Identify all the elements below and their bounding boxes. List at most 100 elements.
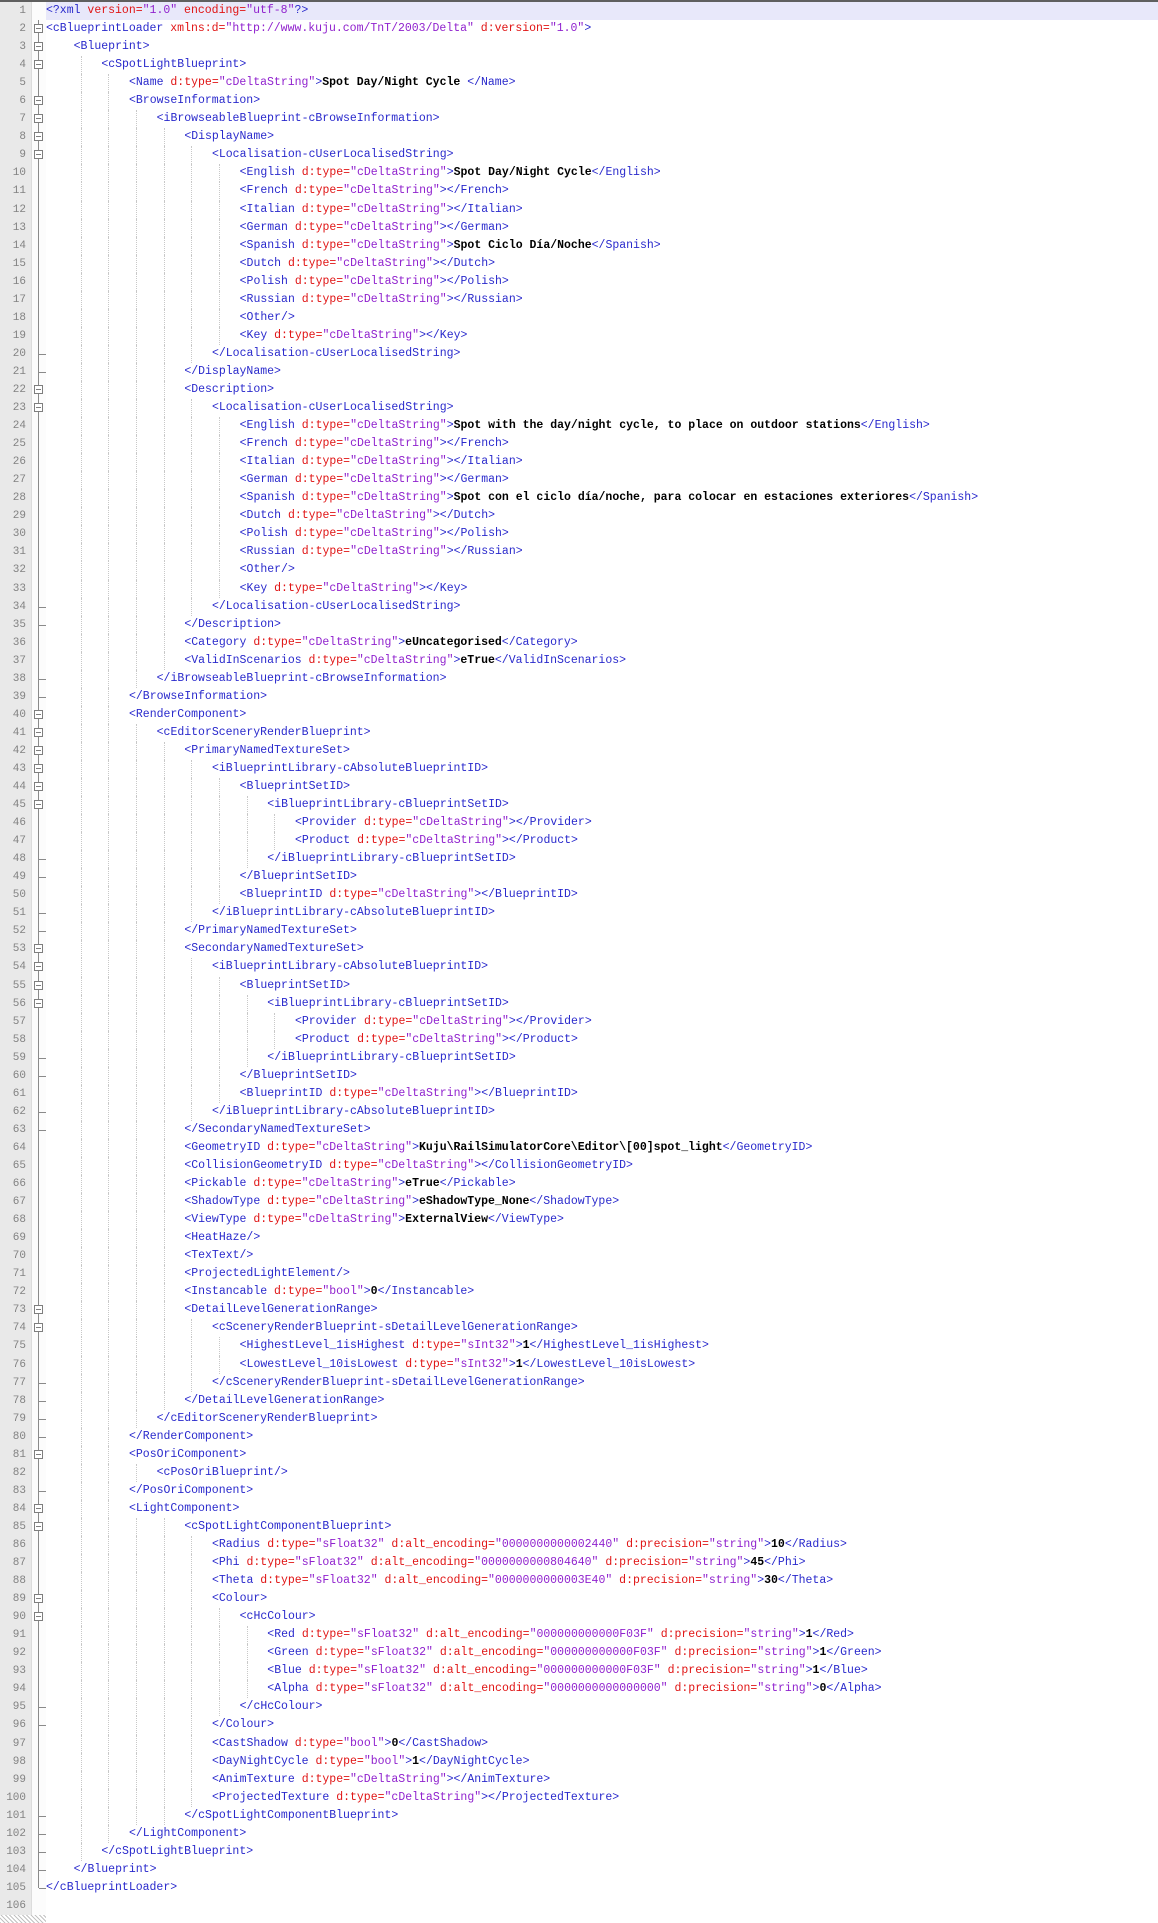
- fold-toggle[interactable]: [32, 1319, 46, 1337]
- code-text[interactable]: <cEditorSceneryRenderBlueprint>: [46, 724, 1158, 742]
- line-number[interactable]: 17: [0, 291, 32, 309]
- code-text[interactable]: <Green d:type="sFloat32" d:alt_encoding=…: [46, 1644, 1158, 1662]
- code-text[interactable]: <Provider d:type="cDeltaString"></Provid…: [46, 1013, 1158, 1031]
- code-line[interactable]: 47<Product d:type="cDeltaString"></Produ…: [0, 832, 1158, 850]
- code-line[interactable]: 29<Dutch d:type="cDeltaString"></Dutch>: [0, 507, 1158, 525]
- line-number[interactable]: 14: [0, 237, 32, 255]
- code-line[interactable]: 57<Provider d:type="cDeltaString"></Prov…: [0, 1013, 1158, 1031]
- line-number[interactable]: 19: [0, 327, 32, 345]
- code-line[interactable]: 78</DetailLevelGenerationRange>: [0, 1392, 1158, 1410]
- line-number[interactable]: 50: [0, 886, 32, 904]
- code-text[interactable]: </iBlueprintLibrary-cBlueprintSetID>: [46, 850, 1158, 868]
- line-number[interactable]: 13: [0, 219, 32, 237]
- code-line[interactable]: 20 </Localisation-cUserLocalisedString>: [0, 345, 1158, 363]
- line-number[interactable]: 40: [0, 706, 32, 724]
- code-line[interactable]: 17<Russian d:type="cDeltaString"></Russi…: [0, 291, 1158, 309]
- code-text[interactable]: <Russian d:type="cDeltaString"></Russian…: [46, 543, 1158, 561]
- fold-collapse-icon[interactable]: [34, 403, 43, 412]
- line-number[interactable]: 101: [0, 1807, 32, 1825]
- line-number[interactable]: 66: [0, 1175, 32, 1193]
- line-number[interactable]: 77: [0, 1374, 32, 1392]
- code-text[interactable]: </Colour>: [46, 1716, 1158, 1734]
- code-text[interactable]: <HighestLevel_1isHighest d:type="sInt32"…: [46, 1337, 1158, 1355]
- code-text[interactable]: <Dutch d:type="cDeltaString"></Dutch>: [46, 507, 1158, 525]
- fold-collapse-icon[interactable]: [34, 1612, 43, 1621]
- code-line[interactable]: 59</iBlueprintLibrary-cBlueprintSetID>: [0, 1049, 1158, 1067]
- code-text[interactable]: <Spanish d:type="cDeltaString">Spot con …: [46, 489, 1158, 507]
- fold-toggle[interactable]: [32, 995, 46, 1013]
- code-line[interactable]: 53<SecondaryNamedTextureSet>: [0, 940, 1158, 958]
- code-text[interactable]: <Instancable d:type="bool">0</Instancabl…: [46, 1283, 1158, 1301]
- code-text[interactable]: <AnimTexture d:type="cDeltaString"></Ani…: [46, 1771, 1158, 1789]
- fold-toggle[interactable]: [32, 1500, 46, 1518]
- line-number[interactable]: 103: [0, 1843, 32, 1861]
- code-line[interactable]: 92<Green d:type="sFloat32" d:alt_encodin…: [0, 1644, 1158, 1662]
- fold-collapse-icon[interactable]: [34, 60, 43, 69]
- code-line[interactable]: 18<Other/>: [0, 309, 1158, 327]
- code-text[interactable]: <Key d:type="cDeltaString"></Key>: [46, 580, 1158, 598]
- line-number[interactable]: 15: [0, 255, 32, 273]
- code-text[interactable]: </cBlueprintLoader>: [46, 1879, 1158, 1897]
- line-number[interactable]: 98: [0, 1753, 32, 1771]
- fold-toggle[interactable]: [32, 38, 46, 56]
- fold-collapse-icon[interactable]: [34, 132, 43, 141]
- code-text[interactable]: </BrowseInformation>: [46, 688, 1158, 706]
- code-text[interactable]: <HeatHaze/>: [46, 1229, 1158, 1247]
- fold-collapse-icon[interactable]: [34, 1305, 43, 1314]
- line-number[interactable]: 105: [0, 1879, 32, 1897]
- line-number[interactable]: 80: [0, 1428, 32, 1446]
- code-line[interactable]: 79</cEditorSceneryRenderBlueprint>: [0, 1410, 1158, 1428]
- line-number[interactable]: 23: [0, 399, 32, 417]
- code-text[interactable]: </LightComponent>: [46, 1825, 1158, 1843]
- code-text[interactable]: <German d:type="cDeltaString"></German>: [46, 219, 1158, 237]
- code-text[interactable]: </iBrowseableBlueprint-cBrowseInformatio…: [46, 670, 1158, 688]
- line-number[interactable]: 20: [0, 345, 32, 363]
- code-line[interactable]: 14<Spanish d:type="cDeltaString">Spot Ci…: [0, 237, 1158, 255]
- code-text[interactable]: <CastShadow d:type="bool">0</CastShadow>: [46, 1735, 1158, 1753]
- code-line[interactable]: 65<CollisionGeometryID d:type="cDeltaStr…: [0, 1157, 1158, 1175]
- code-line[interactable]: 81<PosOriComponent>: [0, 1446, 1158, 1464]
- code-text[interactable]: </PrimaryNamedTextureSet>: [46, 922, 1158, 940]
- line-number[interactable]: 85: [0, 1518, 32, 1536]
- code-line[interactable]: 30<Polish d:type="cDeltaString"></Polish…: [0, 525, 1158, 543]
- code-text[interactable]: <Key d:type="cDeltaString"></Key>: [46, 327, 1158, 345]
- code-text[interactable]: <GeometryID d:type="cDeltaString">Kuju\R…: [46, 1139, 1158, 1157]
- code-line[interactable]: 54<iBlueprintLibrary-cAbsoluteBlueprintI…: [0, 958, 1158, 976]
- line-number[interactable]: 56: [0, 995, 32, 1013]
- fold-toggle[interactable]: [32, 958, 46, 976]
- code-text[interactable]: </Localisation-cUserLocalisedString>: [46, 345, 1158, 363]
- code-line[interactable]: 58<Product d:type="cDeltaString"></Produ…: [0, 1031, 1158, 1049]
- line-number[interactable]: 47: [0, 832, 32, 850]
- line-number[interactable]: 63: [0, 1121, 32, 1139]
- fold-toggle[interactable]: [32, 1518, 46, 1536]
- code-text[interactable]: <Product d:type="cDeltaString"></Product…: [46, 1031, 1158, 1049]
- code-line[interactable]: 62</iBlueprintLibrary-cAbsoluteBlueprint…: [0, 1103, 1158, 1121]
- code-text[interactable]: <English d:type="cDeltaString">Spot Day/…: [46, 164, 1158, 182]
- code-text[interactable]: <Italian d:type="cDeltaString"></Italian…: [46, 453, 1158, 471]
- code-text[interactable]: </DisplayName>: [46, 363, 1158, 381]
- fold-toggle[interactable]: [32, 92, 46, 110]
- code-text[interactable]: <BlueprintID d:type="cDeltaString"></Blu…: [46, 1085, 1158, 1103]
- line-number[interactable]: 67: [0, 1193, 32, 1211]
- line-number[interactable]: 96: [0, 1716, 32, 1734]
- line-number[interactable]: 65: [0, 1157, 32, 1175]
- line-number[interactable]: 45: [0, 796, 32, 814]
- code-text[interactable]: <French d:type="cDeltaString"></French>: [46, 182, 1158, 200]
- code-line[interactable]: 91<Red d:type="sFloat32" d:alt_encoding=…: [0, 1626, 1158, 1644]
- fold-toggle[interactable]: [32, 706, 46, 724]
- code-line[interactable]: 9<Localisation-cUserLocalisedString>: [0, 146, 1158, 164]
- line-number[interactable]: 42: [0, 742, 32, 760]
- code-text[interactable]: [46, 1897, 1158, 1915]
- code-line[interactable]: 83</PosOriComponent>: [0, 1482, 1158, 1500]
- code-line[interactable]: 68<ViewType d:type="cDeltaString">Extern…: [0, 1211, 1158, 1229]
- code-text[interactable]: <Colour>: [46, 1590, 1158, 1608]
- line-number[interactable]: 59: [0, 1049, 32, 1067]
- fold-toggle[interactable]: [32, 20, 46, 38]
- code-line[interactable]: 21</DisplayName>: [0, 363, 1158, 381]
- fold-collapse-icon[interactable]: [34, 1504, 43, 1513]
- line-number[interactable]: 28: [0, 489, 32, 507]
- fold-collapse-icon[interactable]: [34, 114, 43, 123]
- fold-toggle[interactable]: [32, 146, 46, 164]
- line-number[interactable]: 38: [0, 670, 32, 688]
- code-line[interactable]: 74<cSceneryRenderBlueprint-sDetailLevelG…: [0, 1319, 1158, 1337]
